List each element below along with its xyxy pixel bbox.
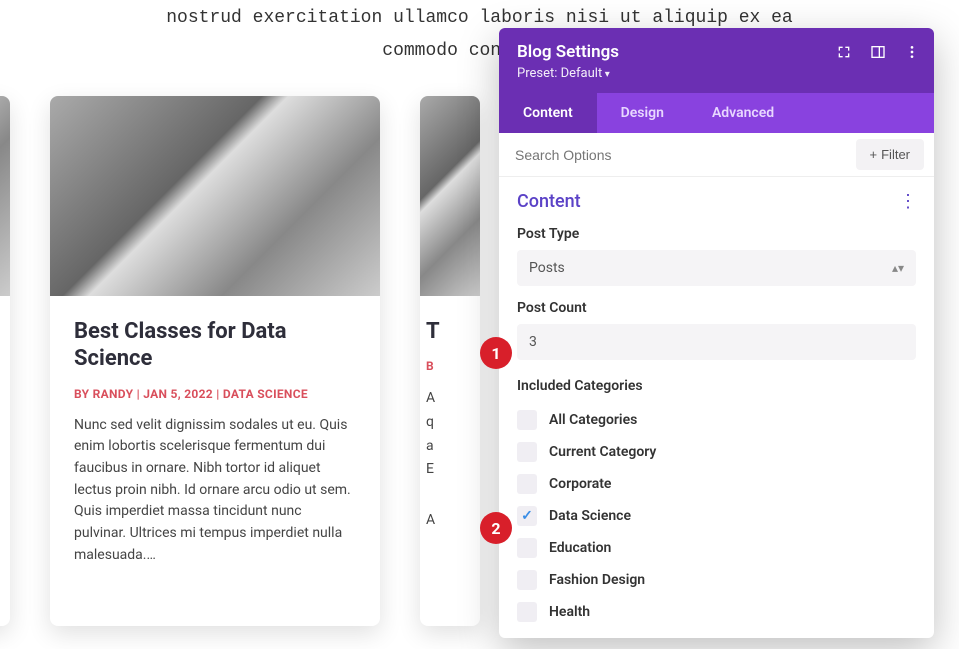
card-image (0, 96, 10, 296)
post-count-value: 3 (529, 334, 537, 350)
post-type-select[interactable]: Posts ▴▾ (517, 250, 916, 286)
preset-dropdown[interactable]: Preset: Default (517, 66, 916, 81)
checkbox-icon[interactable] (517, 410, 537, 430)
card-excerpt: Nunc sed velit dignissim sodales ut eu. … (74, 415, 356, 567)
category-label: Education (549, 540, 611, 556)
panel-header: Blog Settings Preset: Default (499, 28, 934, 93)
card-footer-partial: A (426, 510, 474, 532)
category-label: Data Science (549, 508, 631, 524)
plus-icon: + (870, 147, 878, 162)
card-title-partial: T (426, 318, 474, 346)
category-fashion-design[interactable]: Fashion Design (517, 564, 916, 596)
category-label: All Categories (549, 412, 637, 428)
category-label: Health (549, 604, 590, 620)
card-image (50, 96, 380, 296)
filter-button[interactable]: + Filter (856, 139, 924, 170)
blog-card-left-partial (0, 96, 10, 626)
category-education[interactable]: Education (517, 532, 916, 564)
category-label: Fashion Design (549, 572, 645, 588)
category-health[interactable]: Health (517, 596, 916, 628)
section-title-content: Content (517, 191, 581, 212)
post-count-input[interactable]: 3 (517, 324, 916, 360)
category-corporate[interactable]: Corporate (517, 468, 916, 500)
category-all[interactable]: All Categories (517, 404, 916, 436)
section-menu-icon[interactable]: ⋮ (899, 193, 916, 211)
checkbox-icon[interactable] (517, 602, 537, 622)
included-categories-label: Included Categories (517, 378, 916, 394)
post-type-label: Post Type (517, 226, 916, 242)
expand-icon[interactable] (836, 44, 852, 60)
checkbox-icon[interactable] (517, 538, 537, 558)
chevron-updown-icon: ▴▾ (892, 261, 904, 275)
filter-label: Filter (881, 147, 910, 162)
settings-tabs: Content Design Advanced (499, 93, 934, 133)
card-excerpt-partial: A q a E (426, 387, 474, 482)
more-icon[interactable] (904, 44, 920, 60)
blog-card-right-partial: T B A q a E A (420, 96, 480, 626)
tab-content[interactable]: Content (499, 93, 597, 133)
card-image (420, 96, 480, 296)
category-label: Current Category (549, 444, 656, 460)
category-current[interactable]: Current Category (517, 436, 916, 468)
checkbox-icon[interactable] (517, 442, 537, 462)
card-meta: BY RANDY | JAN 5, 2022 | DATA SCIENCE (74, 387, 356, 401)
callout-badge-1: 1 (480, 337, 512, 369)
post-type-value: Posts (529, 260, 565, 276)
checkbox-icon[interactable] (517, 474, 537, 494)
search-input[interactable] (499, 135, 846, 175)
card-title[interactable]: Best Classes for Data Science (74, 318, 356, 373)
post-count-label: Post Count (517, 300, 916, 316)
card-meta-partial: B (426, 359, 474, 373)
category-label: Corporate (549, 476, 611, 492)
search-row: + Filter (499, 133, 934, 177)
layout-icon[interactable] (870, 44, 886, 60)
checkbox-icon[interactable] (517, 570, 537, 590)
blog-card-data-science[interactable]: Best Classes for Data Science BY RANDY |… (50, 96, 380, 626)
checkbox-checked-icon[interactable]: ✓ (517, 506, 537, 526)
blog-settings-panel: Blog Settings Preset: Default Content De… (499, 28, 934, 638)
tab-design[interactable]: Design (597, 93, 688, 133)
category-data-science[interactable]: ✓ Data Science (517, 500, 916, 532)
tab-advanced[interactable]: Advanced (688, 93, 798, 133)
callout-badge-2: 2 (480, 512, 512, 544)
